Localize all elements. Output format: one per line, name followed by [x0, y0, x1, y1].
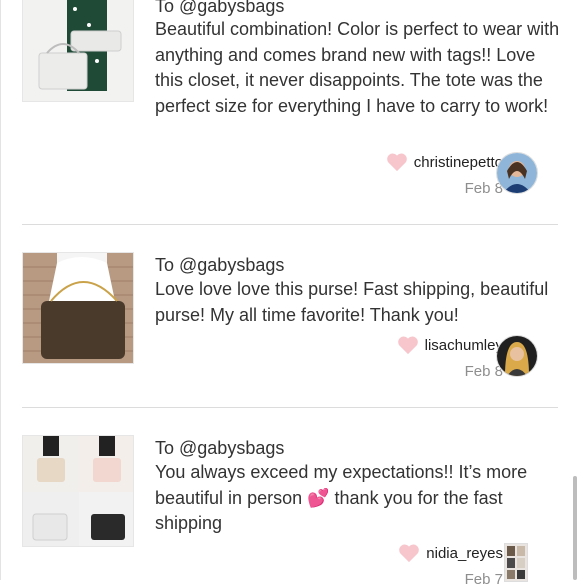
divider	[22, 224, 558, 225]
reviewer-username[interactable]: nidia_reyes	[426, 545, 503, 562]
review-recipient[interactable]: To @gabysbags	[155, 0, 284, 17]
avatar[interactable]	[496, 152, 538, 194]
divider	[22, 407, 558, 408]
reviewer-username[interactable]: christinepetto	[414, 154, 503, 171]
review-recipient[interactable]: To @gabysbags	[155, 255, 284, 276]
product-thumbnail[interactable]	[22, 0, 134, 102]
reviewer-username[interactable]: lisachumley	[425, 337, 503, 354]
review-date: Feb 8	[464, 363, 503, 380]
two-hearts-emoji: 💕	[307, 487, 330, 508]
avatar[interactable]	[496, 335, 538, 377]
heart-icon[interactable]	[386, 152, 408, 172]
review-text: Beautiful combination! Color is perfect …	[155, 19, 560, 116]
product-thumbnail[interactable]	[22, 435, 134, 547]
product-thumbnail[interactable]	[22, 252, 134, 364]
review-text: Love love love this purse! Fast shipping…	[155, 279, 549, 325]
avatar[interactable]	[504, 543, 528, 582]
review-recipient[interactable]: To @gabysbags	[155, 438, 284, 459]
left-edge-rule	[0, 0, 1, 580]
review-text: You always exceed my expectations!! It’s…	[155, 460, 567, 537]
review-date: Feb 8	[464, 180, 503, 197]
heart-icon[interactable]	[398, 543, 420, 563]
heart-icon[interactable]	[397, 335, 419, 355]
scrollbar[interactable]	[573, 476, 577, 580]
